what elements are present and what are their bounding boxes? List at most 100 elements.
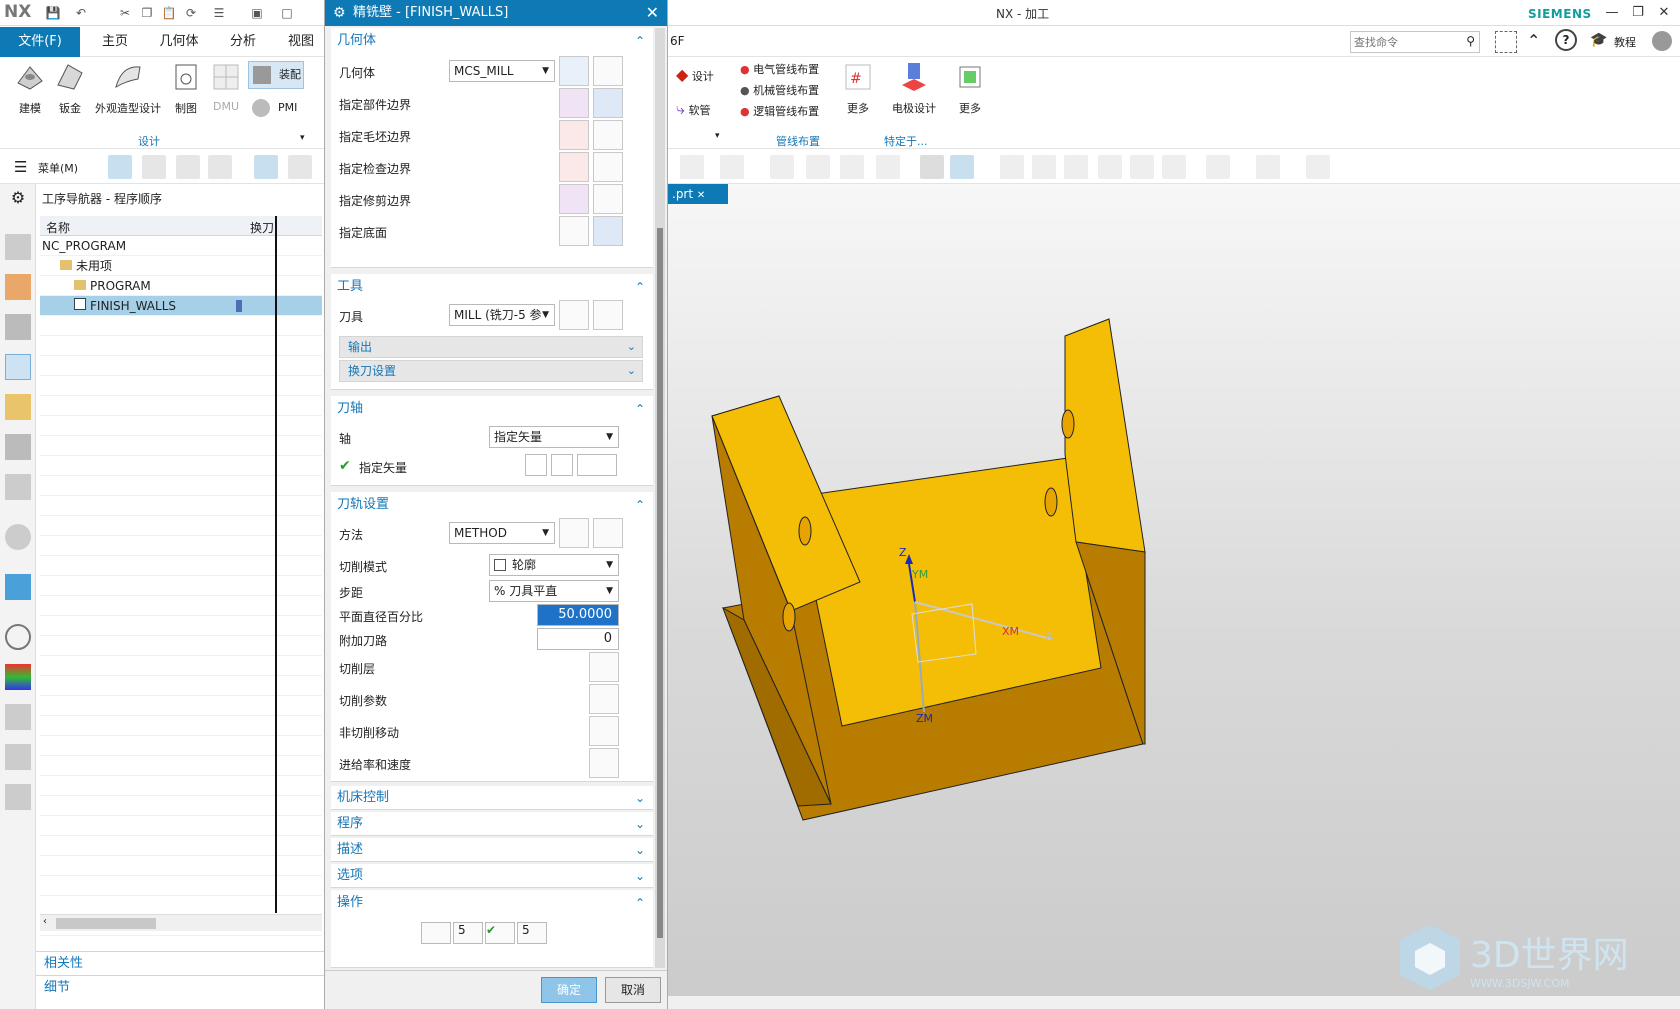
section-program[interactable]: 程序 ⌄ [331,812,653,836]
stepover-select[interactable]: % 刀具平直 ▼ [489,580,619,602]
chevron-down-icon[interactable]: ⌄ [635,786,645,810]
wrench-icon[interactable] [593,518,623,548]
trim-boundary-icon[interactable] [559,184,589,214]
vector-dialog-icon[interactable] [551,454,573,476]
flashlight-icon[interactable] [593,88,623,118]
design-button[interactable]: ◆ 设计 [676,65,714,84]
cut-icon[interactable]: ✂ [116,4,134,22]
chevron-down-icon[interactable]: ⌄ [635,812,645,836]
floor-icon[interactable] [559,216,589,246]
edit-geometry-icon[interactable] [559,56,589,86]
geometry-view-icon[interactable] [176,155,200,179]
actions-header[interactable]: 操作 [331,890,653,916]
orient-view-icon[interactable] [1098,155,1122,179]
close-app-icon[interactable]: ✕ [1652,3,1676,23]
geometry-collapse-icon[interactable]: ⌃ [635,28,645,54]
assembly-navigator-icon[interactable] [5,234,31,260]
repeat-icon[interactable]: ⟳ [182,4,200,22]
navigator-hscroll[interactable]: ‹ [40,914,322,931]
minimize-icon[interactable]: — [1600,3,1624,23]
additional-passes-input[interactable]: 0 [537,628,619,650]
program-header[interactable]: 程序 [331,812,653,836]
verify-icon[interactable]: ✔ [485,922,515,944]
logical-routing-button[interactable]: ● 逻辑管线布置 [740,103,830,124]
output-subsection[interactable]: 输出 ⌄ [339,336,643,358]
tool-select[interactable]: MILL (铣刀-5 参 ▼ [449,304,555,326]
role-icon[interactable] [5,784,31,810]
hscroll-thumb[interactable] [56,918,156,929]
cut-mode-select[interactable]: 轮廓 ▼ [489,554,619,576]
scroll-left-icon[interactable]: ‹ [43,916,47,927]
column-tool-change[interactable]: 换刀 [250,219,274,236]
snap-edge-icon[interactable] [876,155,900,179]
path-settings-header[interactable]: 刀轨设置 [331,492,653,518]
replay-button[interactable]: 5 [453,922,483,944]
tab-geometry[interactable]: 几何体 [148,27,210,57]
constraint-navigator-icon[interactable] [5,274,31,300]
restore-icon[interactable]: ❐ [1626,3,1650,23]
dialog-close-icon[interactable]: ✕ [646,0,659,26]
electrical-routing-button[interactable]: ● 电气管线布置 [740,61,830,82]
process-studio-icon[interactable] [5,704,31,730]
part-model[interactable]: Z YM XM X ZM [668,184,1680,1001]
ok-button[interactable]: 确定 [541,977,597,1003]
operation-navigator-icon[interactable] [5,354,31,380]
hose-button[interactable]: ⤷ 软管 [676,99,710,119]
user-avatar[interactable] [1652,31,1672,51]
tool-axis-collapse-icon[interactable]: ⌃ [635,396,645,422]
edit-method-icon[interactable] [559,518,589,548]
nav-row-program[interactable]: PROGRAM [40,276,322,296]
window-icon[interactable]: ▣ [248,4,266,22]
cutting-params-icon[interactable] [589,684,619,714]
copy-icon[interactable]: ❐ [138,4,156,22]
zoom-icon[interactable] [1162,155,1186,179]
collapse-ribbon-icon[interactable]: ⌃ [1527,31,1540,50]
edit-tool-icon[interactable] [559,300,589,330]
dialog-vscroll-thumb[interactable] [657,228,663,938]
filter-icon[interactable] [680,155,704,179]
tutorial-label[interactable]: 教程 [1614,34,1636,50]
options-header[interactable]: 选项 [331,864,653,888]
search-icon[interactable]: ⚲ [1466,34,1475,48]
flashlight-disabled-icon[interactable] [593,120,623,150]
graphics-window[interactable]: Z YM XM X ZM [668,184,1680,1001]
dmu-button[interactable]: DMU [196,61,256,113]
display-mode-icon[interactable] [1256,155,1280,179]
machine-control-header[interactable]: 机床控制 [331,786,653,810]
flashlight-disabled-icon[interactable] [593,184,623,214]
electrode-design-button[interactable]: 电极设计 [886,61,942,116]
system-material-icon[interactable] [5,664,31,690]
nav-row-unused[interactable]: 未用项 [40,256,322,276]
chevron-down-icon[interactable]: ⌄ [635,864,645,888]
web-browser-icon[interactable] [5,574,31,600]
part-boundary-icon[interactable] [559,88,589,118]
assembly-button[interactable]: 装配 [248,61,304,89]
part-file-tab[interactable]: .prt ✕ [668,184,728,204]
type-filter-icon[interactable] [720,155,744,179]
help-icon[interactable]: ? [1555,29,1577,51]
tool-axis-header[interactable]: 刀轴 [331,396,653,422]
tool-change-subsection[interactable]: 换刀设置 ⌄ [339,360,643,382]
shaded-view-icon[interactable] [920,155,944,179]
dialog-vscroll[interactable] [655,28,665,968]
graduation-cap-icon[interactable]: 🎓 [1590,32,1607,48]
more-button-1[interactable]: # 更多 [836,61,880,116]
tool-view-icon[interactable] [142,155,166,179]
section-options[interactable]: 选项 ⌄ [331,864,653,888]
cancel-button[interactable]: 取消 [605,977,661,1003]
touch-mode-icon[interactable]: ☰ [210,4,228,22]
tab-analysis[interactable]: 分析 [214,27,272,57]
program-order-view-icon[interactable] [108,155,132,179]
tab-view[interactable]: 视图 [276,27,326,57]
section-machine-control[interactable]: 机床控制 ⌄ [331,786,653,810]
feature-navigator-icon[interactable] [5,434,31,460]
design-group-expand-icon[interactable]: ▾ [715,131,720,141]
switch-window-icon[interactable]: □ [278,4,296,22]
material-icon[interactable] [1306,155,1330,179]
tool-collapse-icon[interactable]: ⌃ [635,274,645,300]
non-cutting-moves-icon[interactable] [589,716,619,746]
snap-body-icon[interactable] [840,155,864,179]
actions-collapse-icon[interactable]: ⌃ [635,890,645,916]
undo-icon[interactable]: ↶ [72,4,90,22]
nav-row-finish-walls[interactable]: FINISH_WALLS [40,296,322,316]
